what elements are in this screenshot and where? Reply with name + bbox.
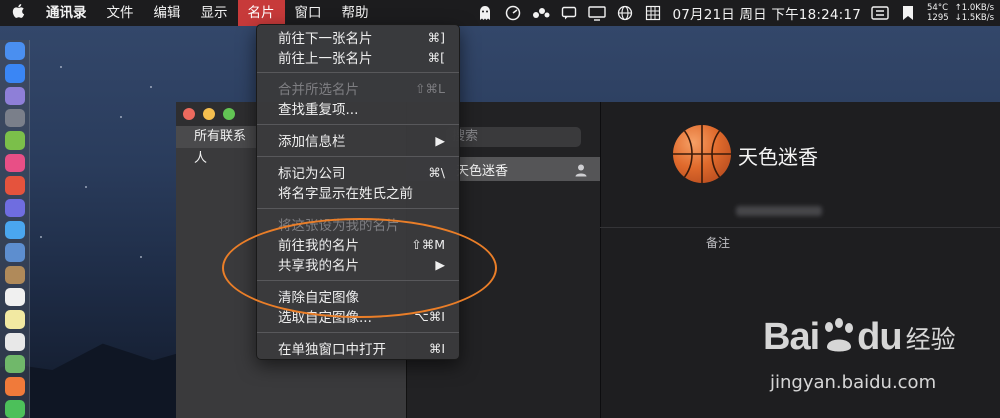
baidu-jingyan-watermark: Bai du 经验 (763, 316, 956, 359)
ghost-icon[interactable] (476, 4, 494, 22)
close-window-icon[interactable] (183, 108, 195, 120)
maps-icon[interactable] (4, 355, 25, 374)
cpu-temp: 54°C (927, 3, 949, 13)
search-input[interactable]: 搜索 (446, 127, 581, 147)
status-area: 07月21日 周日 下午18:24:17 54°C 1295 ↑1.0KB/s … (476, 0, 994, 26)
menu-window[interactable]: 窗口 (285, 0, 332, 26)
menu-item-prev-card[interactable]: 前往上一张名片 ⌘[ (257, 47, 459, 68)
finder-icon[interactable] (4, 42, 25, 61)
menu-separator (257, 156, 459, 157)
display-icon[interactable] (588, 4, 607, 22)
menu-item-next-card[interactable]: 前往下一张名片 ⌘] (257, 27, 459, 48)
message-icon[interactable] (560, 4, 578, 22)
menu-item-first-name-first[interactable]: 将名字显示在姓氏之前 (257, 182, 459, 202)
menu-separator (257, 208, 459, 209)
chrome-icon[interactable] (4, 153, 25, 173)
net-download: ↓1.5KB/s (954, 13, 994, 23)
detail-divider (600, 227, 1000, 228)
watermark-url: jingyan.baidu.com (770, 372, 937, 393)
menu-item-find-duplicates[interactable]: 查找重复项... (257, 98, 459, 118)
menu-separator (257, 332, 459, 333)
menu-separator (257, 72, 459, 73)
note-label: 备注 (706, 236, 731, 250)
app-purple-icon[interactable] (4, 198, 25, 217)
app-store-icon[interactable] (4, 64, 25, 83)
menu-item-open-in-separate-window[interactable]: 在单独窗口中打开 ⌘I (257, 338, 459, 359)
blurred-field (736, 206, 822, 216)
system-monitor[interactable]: 54°C 1295 ↑1.0KB/s ↓1.5KB/s (927, 3, 994, 23)
paw-icon (819, 317, 857, 359)
minimize-window-icon[interactable] (203, 108, 215, 120)
globe-icon[interactable] (616, 4, 634, 22)
apple-menu-icon[interactable] (0, 3, 36, 23)
photos-icon[interactable] (4, 377, 25, 396)
speedometer-icon[interactable] (504, 4, 522, 22)
me-card-icon (574, 162, 588, 177)
menu-app-contacts[interactable]: 通讯录 (36, 0, 97, 26)
launchpad-icon[interactable] (4, 109, 25, 128)
highlight-annotation (222, 218, 497, 318)
calendar-icon[interactable] (4, 287, 25, 307)
safari-icon[interactable] (4, 220, 25, 240)
menu-bar: 通讯录 文件 编辑 显示 名片 窗口 帮助 07月21日 周日 下午18:24:… (0, 0, 1000, 26)
menu-item-mark-company[interactable]: 标记为公司 ⌘\ (257, 162, 459, 183)
preview-icon[interactable] (4, 243, 25, 262)
contact-avatar[interactable] (673, 125, 731, 183)
fan-rpm: 1295 (927, 13, 949, 23)
contacts-icon[interactable] (4, 265, 25, 284)
reminders-icon[interactable] (4, 332, 25, 352)
notes-icon[interactable] (4, 310, 25, 329)
menu-item-merge-cards[interactable]: 合并所选名片 ⇧⌘L (257, 78, 459, 99)
dots-cluster-icon[interactable] (532, 4, 550, 22)
menu-view[interactable]: 显示 (191, 0, 238, 26)
android-icon[interactable] (4, 131, 25, 150)
app-red-icon[interactable] (4, 176, 25, 195)
siri-icon[interactable] (4, 86, 25, 106)
contact-name: 天色迷香 (456, 163, 509, 179)
menu-file[interactable]: 文件 (97, 0, 144, 26)
menu-separator (257, 124, 459, 125)
menu-help[interactable]: 帮助 (332, 0, 379, 26)
menu-card[interactable]: 名片 (237, 0, 285, 26)
dock (0, 40, 30, 418)
menubar-clock[interactable]: 07月21日 周日 下午18:24:17 (672, 3, 861, 23)
menu-item-add-field[interactable]: 添加信息栏 ▶ (257, 130, 459, 151)
bookmark-icon[interactable] (899, 4, 917, 22)
zoom-window-icon[interactable] (223, 108, 235, 120)
messages-icon[interactable] (4, 399, 25, 418)
contact-detail-name: 天色迷香 (738, 145, 818, 169)
net-upload: ↑1.0KB/s (954, 3, 994, 13)
input-source-icon[interactable] (871, 4, 889, 22)
submenu-arrow-icon: ▶ (435, 132, 445, 148)
grid-icon[interactable] (644, 4, 662, 22)
menu-edit[interactable]: 编辑 (144, 0, 191, 26)
group-all-contacts[interactable]: 所有联系人 (176, 126, 256, 166)
